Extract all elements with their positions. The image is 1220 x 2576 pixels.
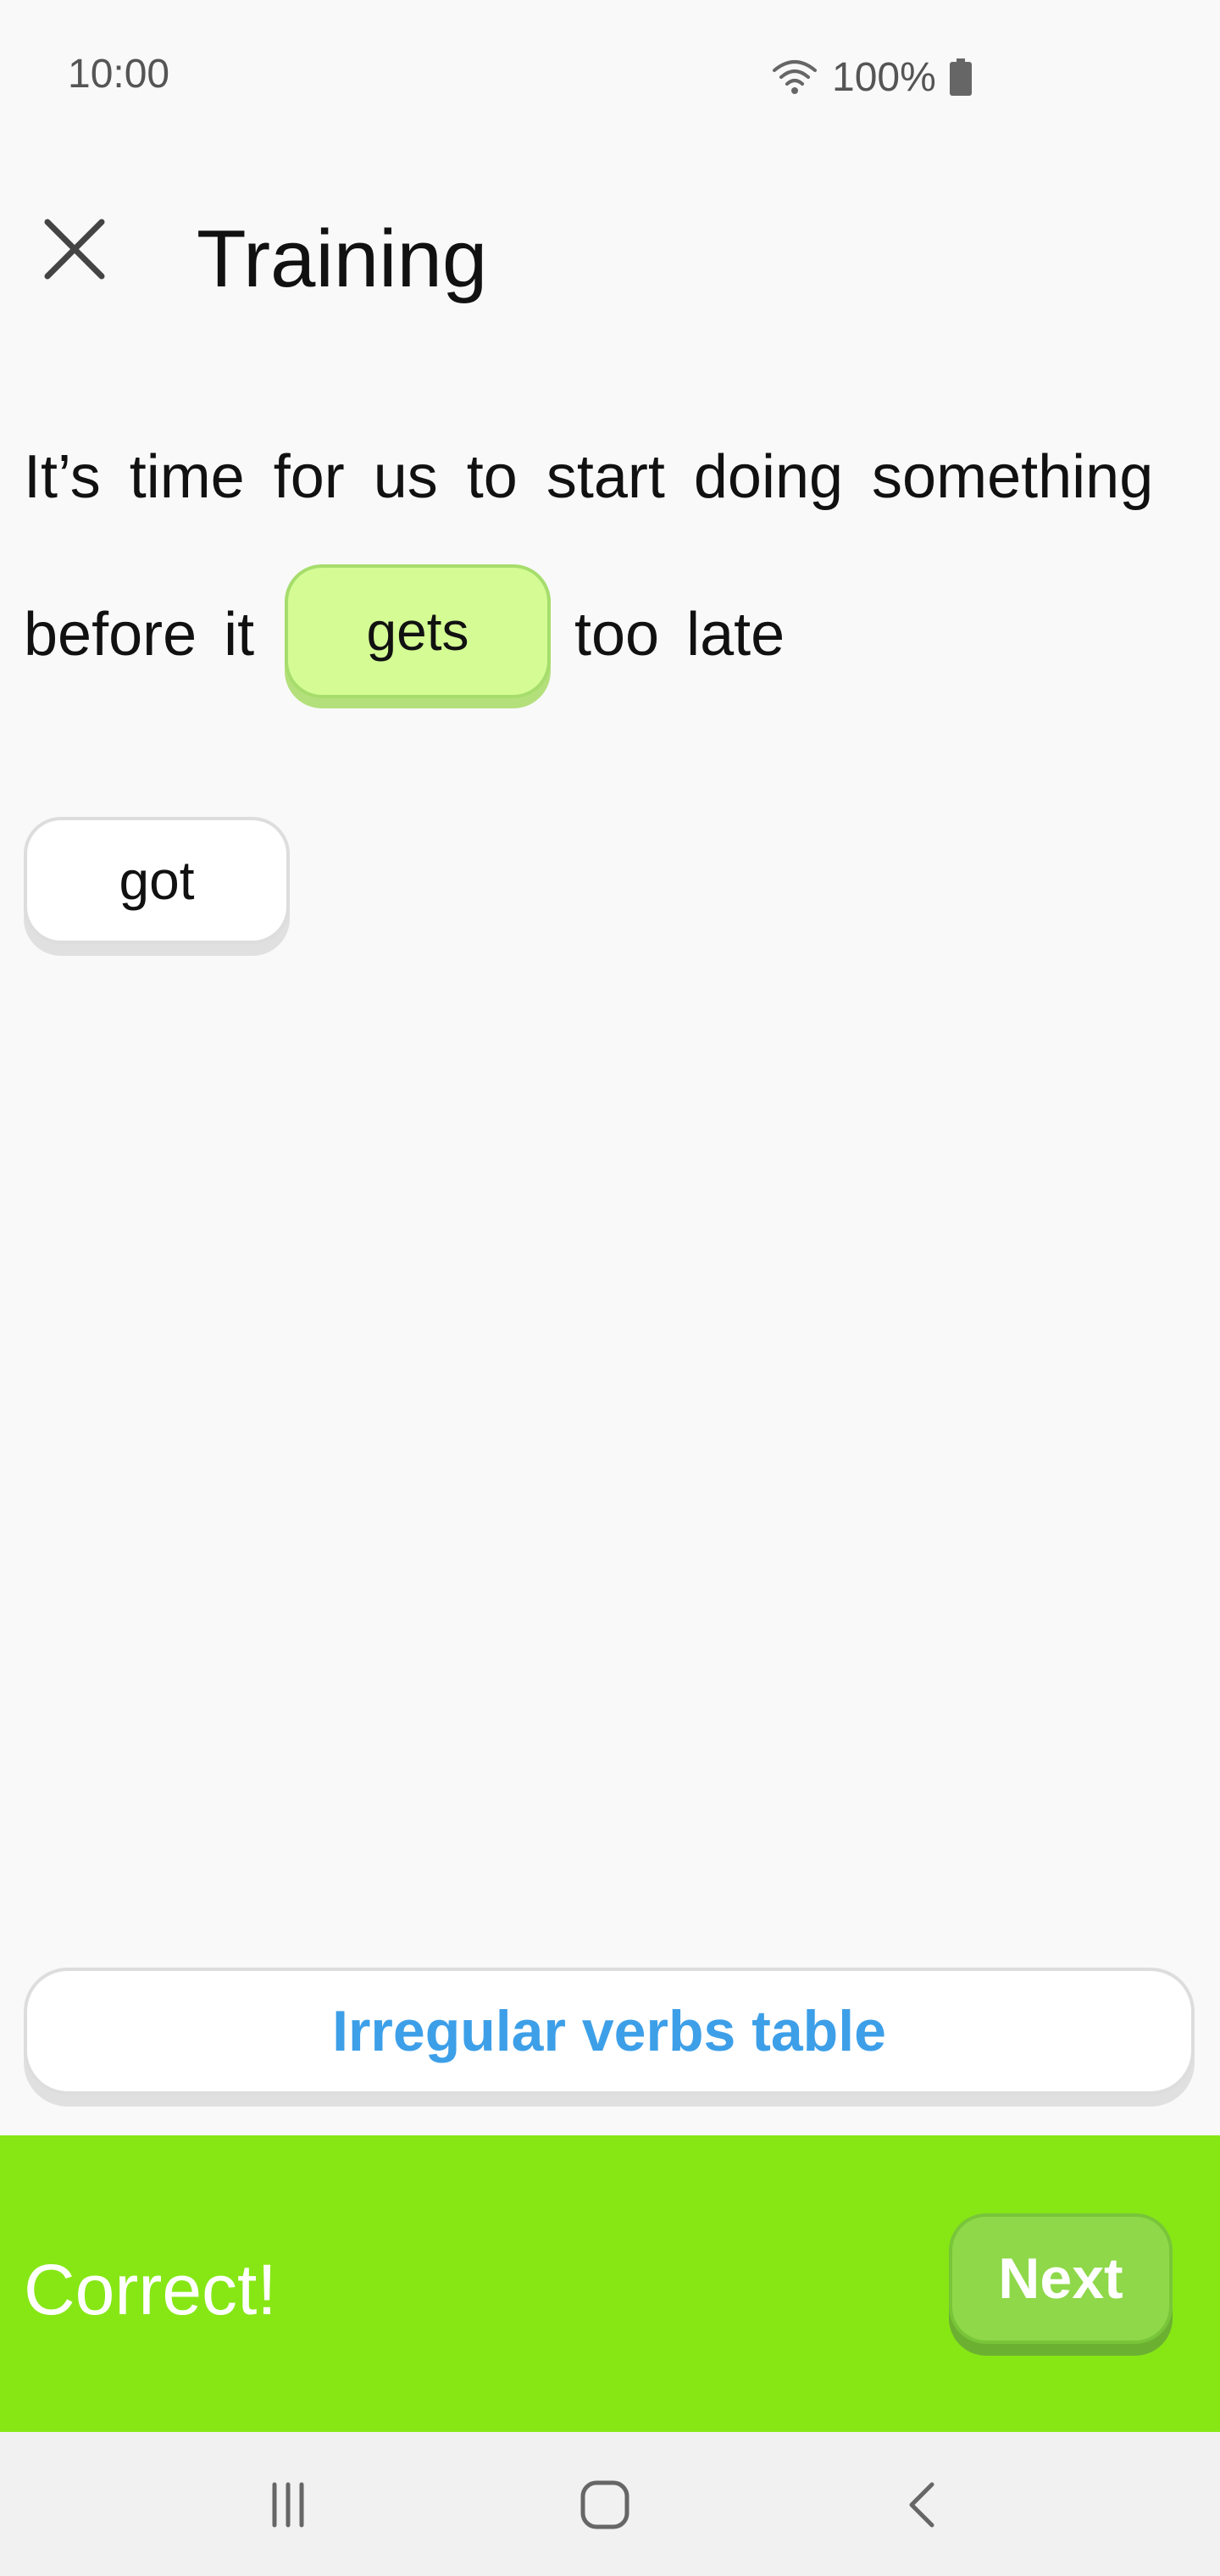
- next-button[interactable]: Next: [949, 2213, 1173, 2344]
- page-title: Training: [197, 214, 488, 304]
- recents-icon: [272, 2482, 304, 2528]
- close-icon: [44, 219, 105, 280]
- back-button[interactable]: [890, 2471, 957, 2539]
- sentence-line-1: It’s time for us to start doing somethin…: [24, 443, 1154, 511]
- back-icon: [909, 2482, 934, 2528]
- sentence-after-blank: too late: [574, 601, 785, 669]
- close-button[interactable]: [34, 208, 115, 290]
- filled-answer-chip[interactable]: gets: [285, 564, 551, 698]
- home-button[interactable]: [571, 2471, 639, 2539]
- answer-option[interactable]: got: [24, 817, 290, 944]
- battery-percentage: 100%: [832, 54, 936, 100]
- sentence-before-blank: before it: [24, 601, 255, 669]
- wifi-icon: [773, 60, 817, 94]
- battery-icon: [949, 58, 972, 96]
- home-icon: [580, 2480, 629, 2529]
- status-time: 10:00: [68, 52, 170, 97]
- result-message: Correct!: [24, 2250, 277, 2329]
- training-screen: 10:00 100% Training It’s time for us to …: [0, 0, 1220, 2576]
- recents-button[interactable]: [254, 2471, 322, 2539]
- status-indicators: 100%: [771, 47, 972, 107]
- status-bar: 10:00 100%: [0, 0, 1220, 156]
- irregular-verbs-table-button[interactable]: Irregular verbs table: [24, 1968, 1195, 2095]
